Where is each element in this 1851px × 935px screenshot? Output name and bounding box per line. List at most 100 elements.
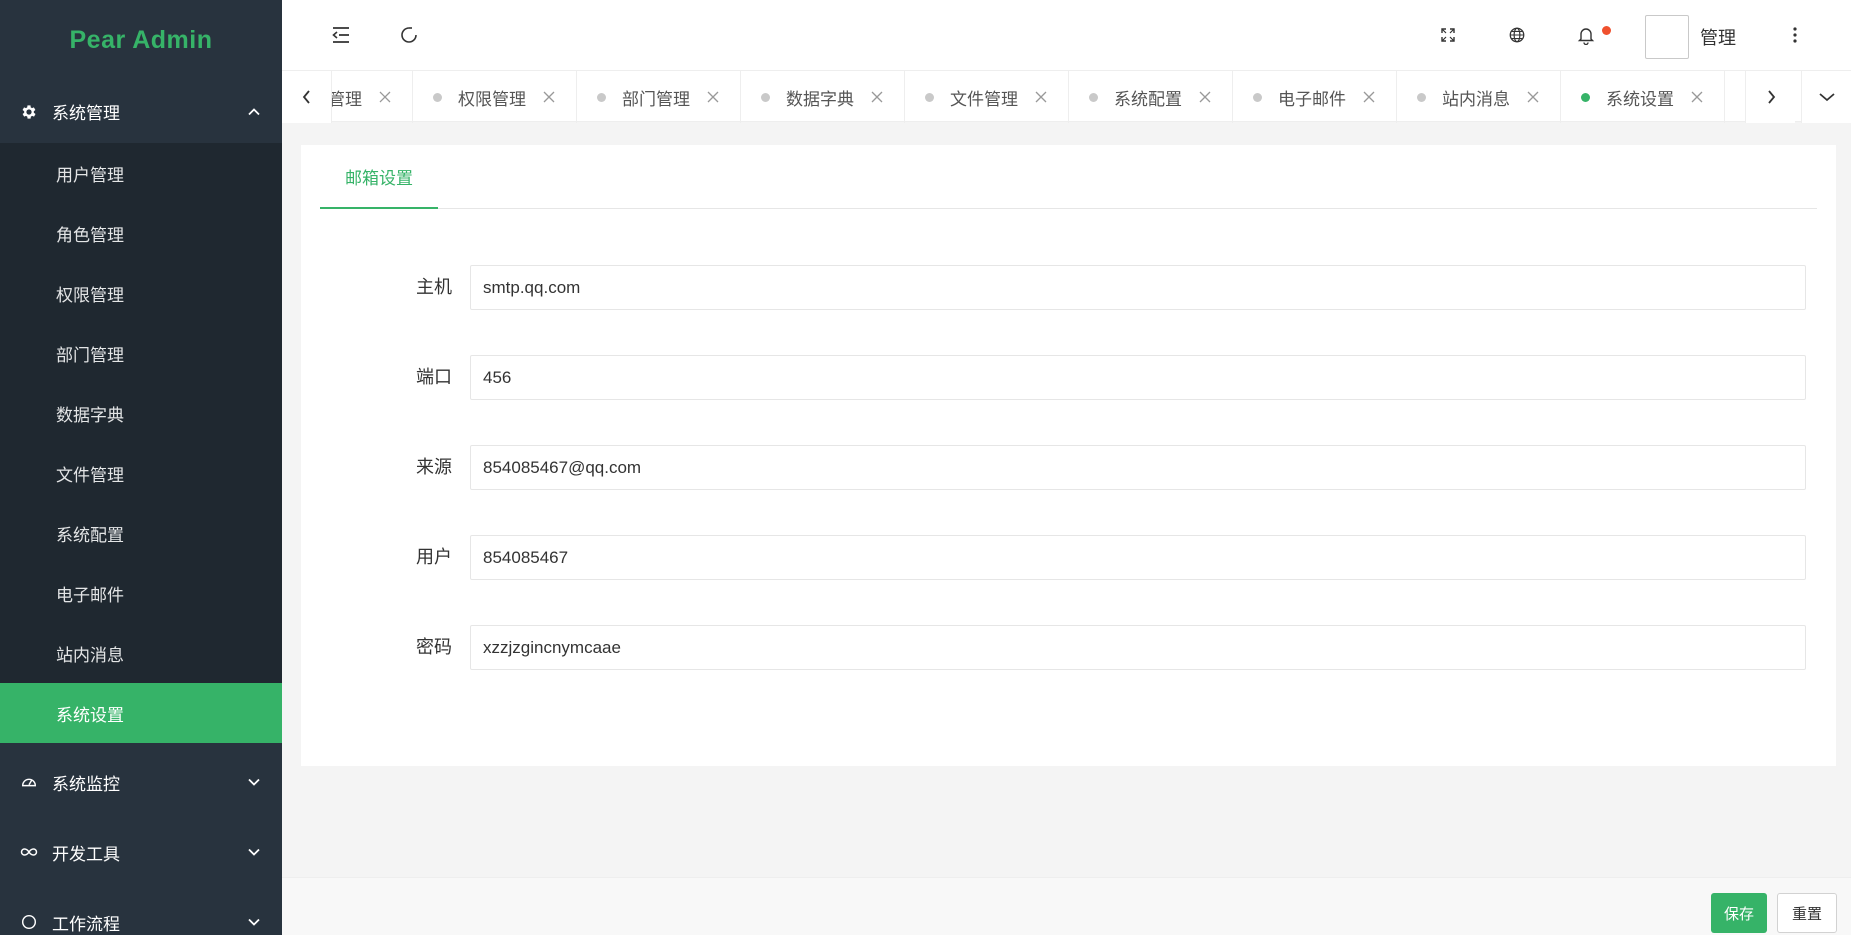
close-icon[interactable]: [706, 90, 720, 104]
tab-settings[interactable]: 系统设置: [1561, 71, 1725, 123]
sidebar-item-config[interactable]: 系统配置: [0, 503, 282, 563]
tab-mail-settings[interactable]: 邮箱设置: [320, 145, 438, 209]
close-icon[interactable]: [1526, 90, 1540, 104]
save-button[interactable]: 保存: [1711, 893, 1767, 933]
sidebar-item-label: 角色管理: [56, 225, 124, 246]
menu-group-devtools[interactable]: 开发工具: [0, 817, 282, 887]
tab-roles[interactable]: 角色管理: [332, 71, 413, 123]
tab-status-dot: [1253, 92, 1262, 102]
sidebar-item-label: 数据字典: [56, 405, 124, 426]
tab-label: 系统设置: [1606, 89, 1674, 110]
close-icon[interactable]: [1198, 90, 1212, 104]
page-tabs: 角色管理 权限管理 部门管理 数据字典 文件管理 系统配置 电子邮件 站内消息 …: [282, 70, 1851, 123]
tabs-viewport: 角色管理 权限管理 部门管理 数据字典 文件管理 系统配置 电子邮件 站内消息 …: [332, 71, 1745, 123]
sidebar-item-permissions[interactable]: 权限管理: [0, 263, 282, 323]
sidebar-item-label: 电子邮件: [56, 585, 124, 606]
tab-label: 文件管理: [950, 89, 1018, 110]
menu-group-label: 系统监控: [52, 774, 120, 795]
menu-fold-icon[interactable]: [330, 24, 352, 46]
form-row-from: 来源: [301, 445, 1836, 490]
submenu: 用户管理 角色管理 权限管理 部门管理 数据字典 文件管理 系统配置 电子邮件 …: [0, 143, 282, 743]
chevron-right-icon: [1767, 90, 1775, 104]
tab-status-dot: [597, 92, 606, 102]
tab-dictionary[interactable]: 数据字典: [741, 71, 905, 123]
sidebar-item-dictionary[interactable]: 数据字典: [0, 383, 282, 443]
chevron-down-icon: [246, 774, 262, 790]
tab-label: 部门管理: [622, 89, 690, 110]
tab-permissions[interactable]: 权限管理: [413, 71, 577, 123]
password-input[interactable]: [470, 625, 1806, 670]
tab-status-dot: [1417, 92, 1426, 102]
sidebar-item-users[interactable]: 用户管理: [0, 143, 282, 203]
sidebar-item-email[interactable]: 电子邮件: [0, 563, 282, 623]
user-input[interactable]: [470, 535, 1806, 580]
settings-card: 邮箱设置 主机 端口 来源 用户 密码: [301, 145, 1836, 766]
chevron-up-icon: [246, 104, 262, 120]
tab-status-dot: [761, 92, 770, 102]
port-label: 端口: [416, 367, 452, 388]
form-footer: 保存 重置: [282, 877, 1851, 935]
gear-icon: [20, 103, 38, 121]
chevron-down-icon: [1818, 93, 1835, 102]
chevron-down-icon: [246, 914, 262, 930]
sidebar-item-label: 系统设置: [56, 705, 124, 726]
menu-group-label: 系统管理: [52, 104, 120, 124]
host-input[interactable]: [470, 265, 1806, 310]
sidebar-item-settings[interactable]: 系统设置: [0, 683, 282, 743]
form-row-password: 密码: [301, 625, 1836, 670]
globe-icon[interactable]: [1506, 24, 1528, 46]
tabs-scroll-left-button[interactable]: [282, 71, 332, 123]
app-logo: Pear Admin: [69, 25, 213, 54]
sidebar-item-label: 系统配置: [56, 525, 124, 546]
user-label: 用户: [416, 547, 452, 568]
tabs-dropdown-button[interactable]: [1801, 71, 1851, 123]
tab-status-dot: [433, 92, 442, 102]
form-row-user: 用户: [301, 535, 1836, 580]
tab-departments[interactable]: 部门管理: [577, 71, 741, 123]
reset-button[interactable]: 重置: [1777, 893, 1837, 933]
close-icon[interactable]: [542, 90, 556, 104]
tab-label: 站内消息: [1442, 89, 1510, 110]
fullscreen-icon[interactable]: [1437, 24, 1459, 46]
menu-group-workflow[interactable]: 工作流程: [0, 887, 282, 935]
sidebar-item-messages[interactable]: 站内消息: [0, 623, 282, 683]
bell-icon[interactable]: [1575, 24, 1597, 46]
avatar[interactable]: [1645, 15, 1689, 59]
from-input[interactable]: [470, 445, 1806, 490]
close-icon[interactable]: [1034, 90, 1048, 104]
close-icon[interactable]: [378, 90, 392, 104]
tab-email[interactable]: 电子邮件: [1233, 71, 1397, 123]
sidebar-item-label: 用户管理: [56, 165, 124, 186]
host-label: 主机: [416, 277, 452, 298]
tab-status-dot: [1581, 92, 1590, 102]
tab-label: 角色管理: [332, 89, 362, 110]
dashboard-icon: [20, 773, 38, 791]
settings-tabs: 邮箱设置: [320, 145, 1817, 209]
tab-status-dot: [925, 92, 934, 102]
refresh-icon[interactable]: [398, 24, 420, 46]
sidebar-item-label: 站内消息: [56, 645, 124, 666]
tab-label: 系统配置: [1114, 89, 1182, 110]
tab-config[interactable]: 系统配置: [1069, 71, 1233, 123]
form-row-host: 主机: [301, 265, 1836, 310]
sidebar: Pear Admin 系统管理 用户管理 角色管理 权限管理 部门管理 数据字典…: [0, 0, 282, 935]
tab-messages[interactable]: 站内消息: [1397, 71, 1561, 123]
close-icon[interactable]: [1362, 90, 1376, 104]
tab-status-dot: [1089, 92, 1098, 102]
sidebar-item-roles[interactable]: 角色管理: [0, 203, 282, 263]
tabs-scroll-right-button[interactable]: [1745, 71, 1795, 123]
port-input[interactable]: [470, 355, 1806, 400]
user-name[interactable]: 管理: [1700, 24, 1736, 50]
close-icon[interactable]: [870, 90, 884, 104]
tab-files[interactable]: 文件管理: [905, 71, 1069, 123]
menu-group-monitor[interactable]: 系统监控: [0, 747, 282, 817]
from-label: 来源: [416, 457, 452, 478]
more-vertical-icon[interactable]: [1784, 24, 1806, 46]
sidebar-item-files[interactable]: 文件管理: [0, 443, 282, 503]
sidebar-item-departments[interactable]: 部门管理: [0, 323, 282, 383]
menu-group-label: 工作流程: [52, 914, 120, 935]
menu-group-system-management[interactable]: 系统管理: [0, 80, 282, 143]
close-icon[interactable]: [1690, 90, 1704, 104]
menu-group-label: 开发工具: [52, 844, 120, 865]
circle-icon: [20, 913, 38, 931]
